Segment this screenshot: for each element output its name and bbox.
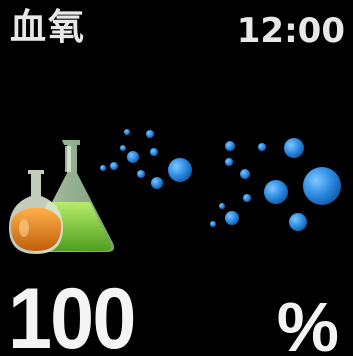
spo2-unit: % (276, 288, 339, 356)
watch-screen: 血氧 12:00 100 % (0, 0, 353, 356)
oxygen-illustration (9, 129, 341, 254)
page-title: 血氧 (10, 7, 87, 48)
bubbles-icon (100, 129, 341, 231)
spo2-value: 100 (8, 271, 136, 356)
clock-time: 12:00 (236, 11, 345, 51)
flasks-icon (9, 140, 115, 254)
